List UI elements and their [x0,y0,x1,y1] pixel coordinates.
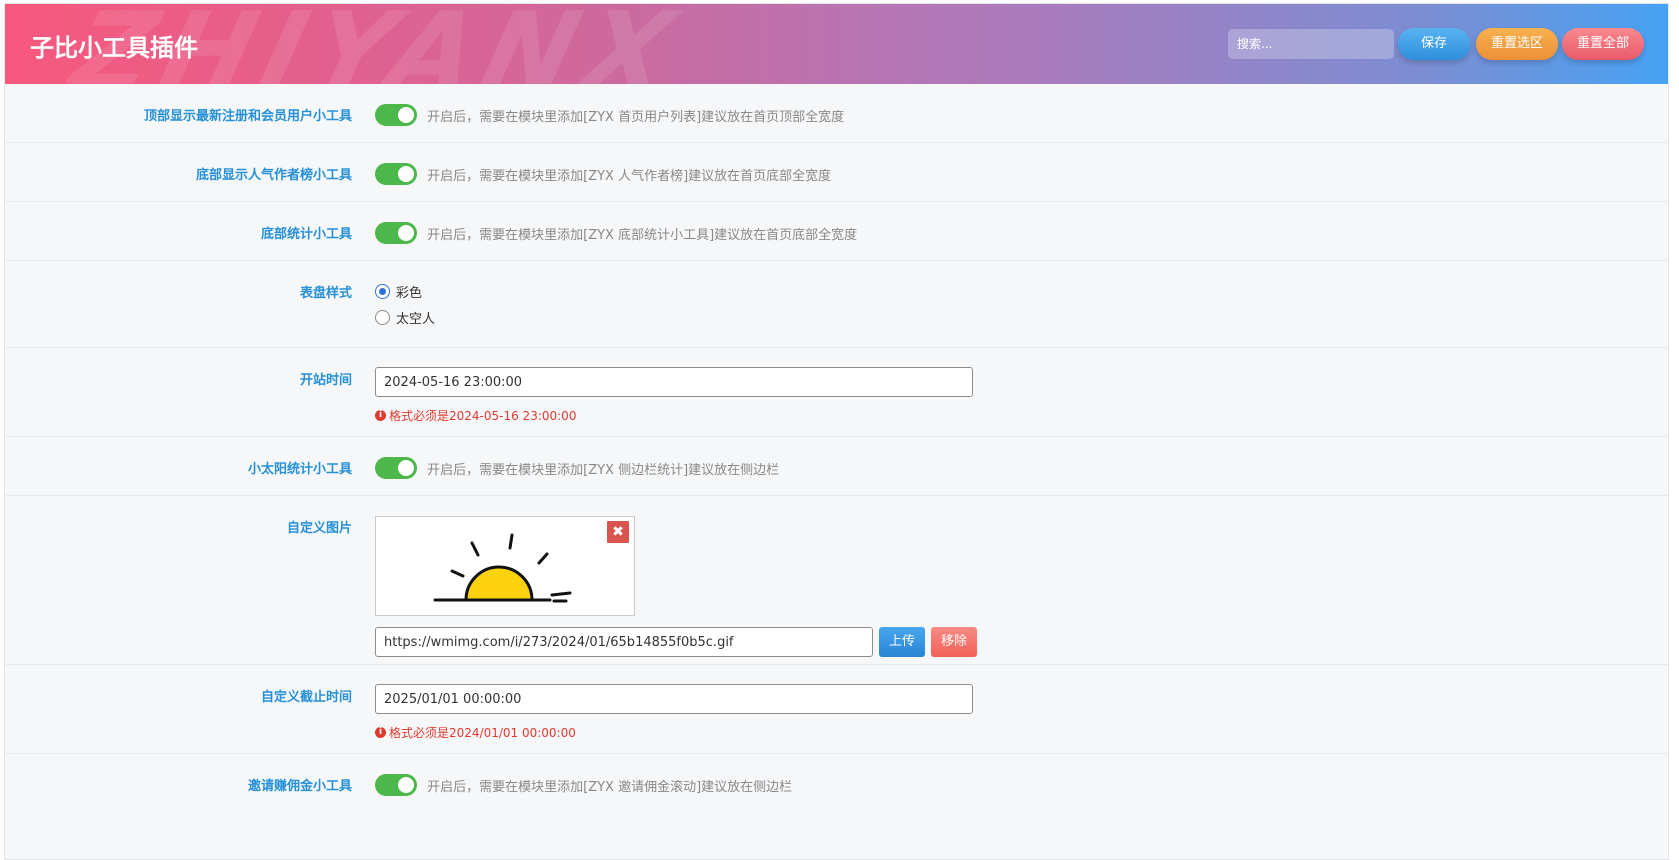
setting-label: 顶部显示最新注册和会员用户小工具 [143,109,352,124]
radio-label: 彩色 [396,285,423,301]
upload-button[interactable]: 上传 [879,627,925,657]
radio-button[interactable] [375,309,390,325]
radio-label: 太空人 [396,311,436,327]
setting-row-dial-style: 表盘样式 彩色 太空人 [5,261,1668,348]
bottom-stats-toggle[interactable] [375,222,417,244]
setting-row-sun-stats: 小太阳统计小工具 开启后，需要在模块里添加[ZYX 侧边栏统计]建议放在侧边栏 [5,437,1668,496]
start-time-input[interactable] [375,367,973,397]
setting-field: 开启后，需要在模块里添加[ZYX 人气作者榜]建议放在首页底部全宽度 [375,163,831,185]
radio-option-astronaut[interactable]: 太空人 [375,304,435,330]
panel-header: ZHIYANX 子比小工具插件 保存 重置选区 重置全部 [5,4,1668,84]
setting-row-custom-image: 自定义图片 ✖ 上传 移除 [5,496,1668,665]
save-button[interactable]: 保存 [1398,28,1470,60]
reset-section-button[interactable]: 重置选区 [1476,28,1558,60]
setting-label: 开站时间 [299,373,352,388]
settings-panel: ZHIYANX 子比小工具插件 保存 重置选区 重置全部 顶部显示最新注册和会员… [4,3,1669,860]
close-icon[interactable]: ✖ [607,521,629,543]
invite-commission-toggle[interactable] [375,774,417,796]
setting-label: 底部统计小工具 [260,227,352,242]
setting-hint: 开启后，需要在模块里添加[ZYX 底部统计小工具]建议放在首页底部全宽度 [427,227,858,243]
format-error: i 格式必须是2024-05-16 23:00:00 [375,407,973,424]
dial-style-radio-group: 彩色 太空人 [375,278,435,330]
setting-label: 自定义截止时间 [260,690,352,705]
setting-field: i 格式必须是2024/01/01 00:00:00 [375,684,973,741]
upload-line: 上传 移除 [375,627,977,657]
popular-authors-toggle[interactable] [375,163,417,185]
info-icon: i [375,727,386,738]
setting-label: 底部显示人气作者榜小工具 [195,168,352,183]
setting-label: 表盘样式 [299,286,352,301]
radio-button-checked[interactable] [375,283,390,299]
setting-row-custom-deadline: 自定义截止时间 i 格式必须是2024/01/01 00:00:00 [5,665,1668,754]
top-widget-toggle[interactable] [375,104,417,126]
format-error: i 格式必须是2024/01/01 00:00:00 [375,724,973,741]
setting-field: 开启后，需要在模块里添加[ZYX 底部统计小工具]建议放在首页底部全宽度 [375,222,857,244]
setting-field: 开启后，需要在模块里添加[ZYX 首页用户列表]建议放在首页顶部全宽度 [375,104,844,126]
setting-label: 小太阳统计小工具 [247,462,352,477]
image-url-input[interactable] [375,627,873,657]
setting-hint: 开启后，需要在模块里添加[ZYX 侧边栏统计]建议放在侧边栏 [427,462,780,478]
error-text: 格式必须是2024-05-16 23:00:00 [389,409,577,423]
setting-field: i 格式必须是2024-05-16 23:00:00 [375,367,973,424]
setting-row-bottom-stats: 底部统计小工具 开启后，需要在模块里添加[ZYX 底部统计小工具]建议放在首页底… [5,202,1668,261]
setting-field: 开启后，需要在模块里添加[ZYX 邀请佣金滚动]建议放在侧边栏 [375,774,792,796]
setting-row-popular-authors: 底部显示人气作者榜小工具 开启后，需要在模块里添加[ZYX 人气作者榜]建议放在… [5,143,1668,202]
setting-row-invite-commission: 邀请赚佣金小工具 开启后，需要在模块里添加[ZYX 邀请佣金滚动]建议放在侧边栏 [5,754,1668,813]
deadline-input[interactable] [375,684,973,714]
info-icon: i [375,410,386,421]
sun-stats-toggle[interactable] [375,457,417,479]
page-title: 子比小工具插件 [30,34,198,62]
reset-all-button[interactable]: 重置全部 [1562,28,1644,60]
remove-button[interactable]: 移除 [931,627,977,657]
error-text: 格式必须是2024/01/01 00:00:00 [389,726,576,740]
setting-label: 自定义图片 [286,521,352,536]
search-input[interactable] [1228,29,1394,59]
setting-row-top-widget: 顶部显示最新注册和会员用户小工具 开启后，需要在模块里添加[ZYX 首页用户列表… [5,84,1668,143]
setting-hint: 开启后，需要在模块里添加[ZYX 人气作者榜]建议放在首页底部全宽度 [427,168,832,184]
radio-option-color[interactable]: 彩色 [375,278,435,304]
setting-field: ✖ 上传 移除 [375,516,977,657]
sunrise-illustration [433,533,572,603]
setting-label: 邀请赚佣金小工具 [247,779,352,794]
setting-field: 开启后，需要在模块里添加[ZYX 侧边栏统计]建议放在侧边栏 [375,457,779,479]
setting-hint: 开启后，需要在模块里添加[ZYX 首页用户列表]建议放在首页顶部全宽度 [427,109,845,125]
setting-row-start-time: 开站时间 i 格式必须是2024-05-16 23:00:00 [5,348,1668,437]
image-preview: ✖ [375,516,635,616]
setting-hint: 开启后，需要在模块里添加[ZYX 邀请佣金滚动]建议放在侧边栏 [427,779,793,795]
